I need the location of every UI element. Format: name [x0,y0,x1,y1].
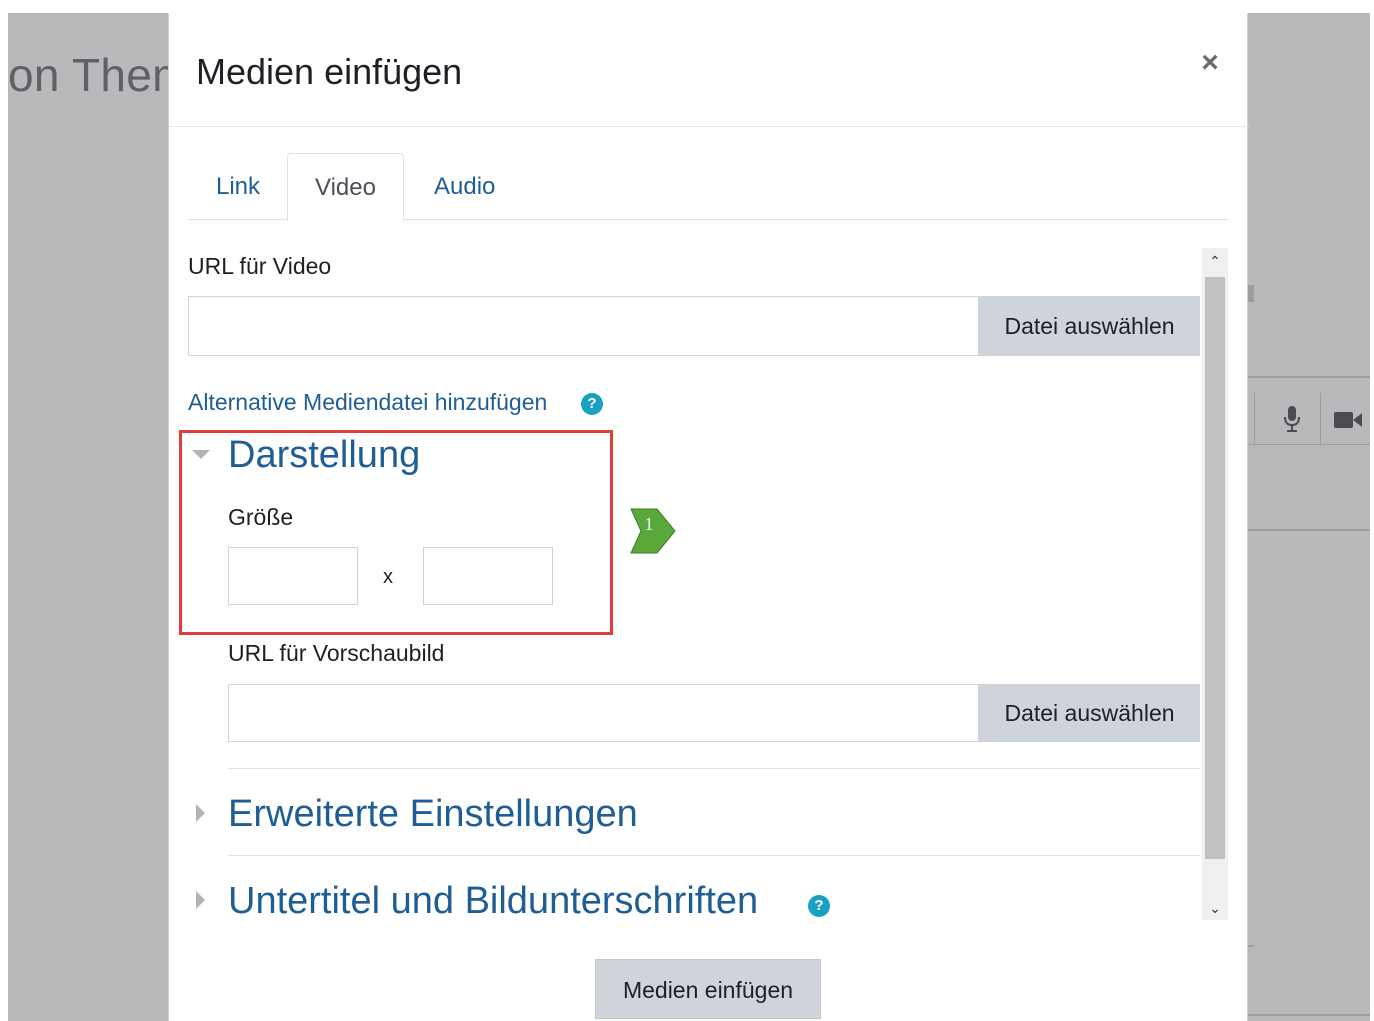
video-url-label: URL für Video [188,253,332,279]
question-circle-icon[interactable]: ? [581,393,603,415]
dialog-title: Medien einfügen [196,51,463,92]
microphone-icon [1284,406,1300,432]
close-icon[interactable]: × [1193,43,1227,83]
background-page-title: on Them [8,49,191,101]
background-divider [1248,285,1254,302]
section-divider [228,768,1200,769]
insert-media-button[interactable]: Medien einfügen [595,959,821,1019]
scroll-down-icon[interactable]: ⌄ [1202,895,1228,921]
video-url-input[interactable] [188,296,979,356]
add-alternative-media-link[interactable]: Alternative Mediendatei hinzufügen [188,389,547,416]
poster-url-label: URL für Vorschaubild [228,640,445,666]
screenshot: on Them Medien einfügen × Link Video Aud… [0,0,1374,1021]
tab-audio[interactable]: Audio [407,153,522,220]
annotation-highlight-box [179,430,613,635]
background-divider [1248,1014,1370,1016]
tab-video[interactable]: Video [287,153,404,221]
section-divider [228,855,1200,856]
callout-number: 1 [645,514,654,534]
background-divider [1248,945,1254,947]
scrollbar-thumb[interactable] [1205,277,1225,859]
choose-video-file-button[interactable]: Datei auswählen [979,296,1200,356]
tab-link[interactable]: Link [189,153,287,220]
advanced-settings-section-title[interactable]: Erweiterte Einstellungen [228,793,638,836]
caret-right-icon[interactable] [192,890,212,910]
annotation-callout-arrow: 1 [630,508,676,554]
caret-right-icon[interactable] [192,803,212,823]
video-camera-icon [1334,412,1362,428]
dialog-header: Medien einfügen × [169,13,1249,127]
scroll-up-icon[interactable]: ⌃ [1202,248,1228,274]
poster-url-input[interactable] [228,684,979,742]
media-type-tabs: Link Video Audio [189,153,1229,221]
subtitles-section-title[interactable]: Untertitel und Bildunterschriften [228,880,758,923]
choose-poster-file-button[interactable]: Datei auswählen [979,684,1200,742]
question-circle-icon[interactable]: ? [808,895,830,917]
